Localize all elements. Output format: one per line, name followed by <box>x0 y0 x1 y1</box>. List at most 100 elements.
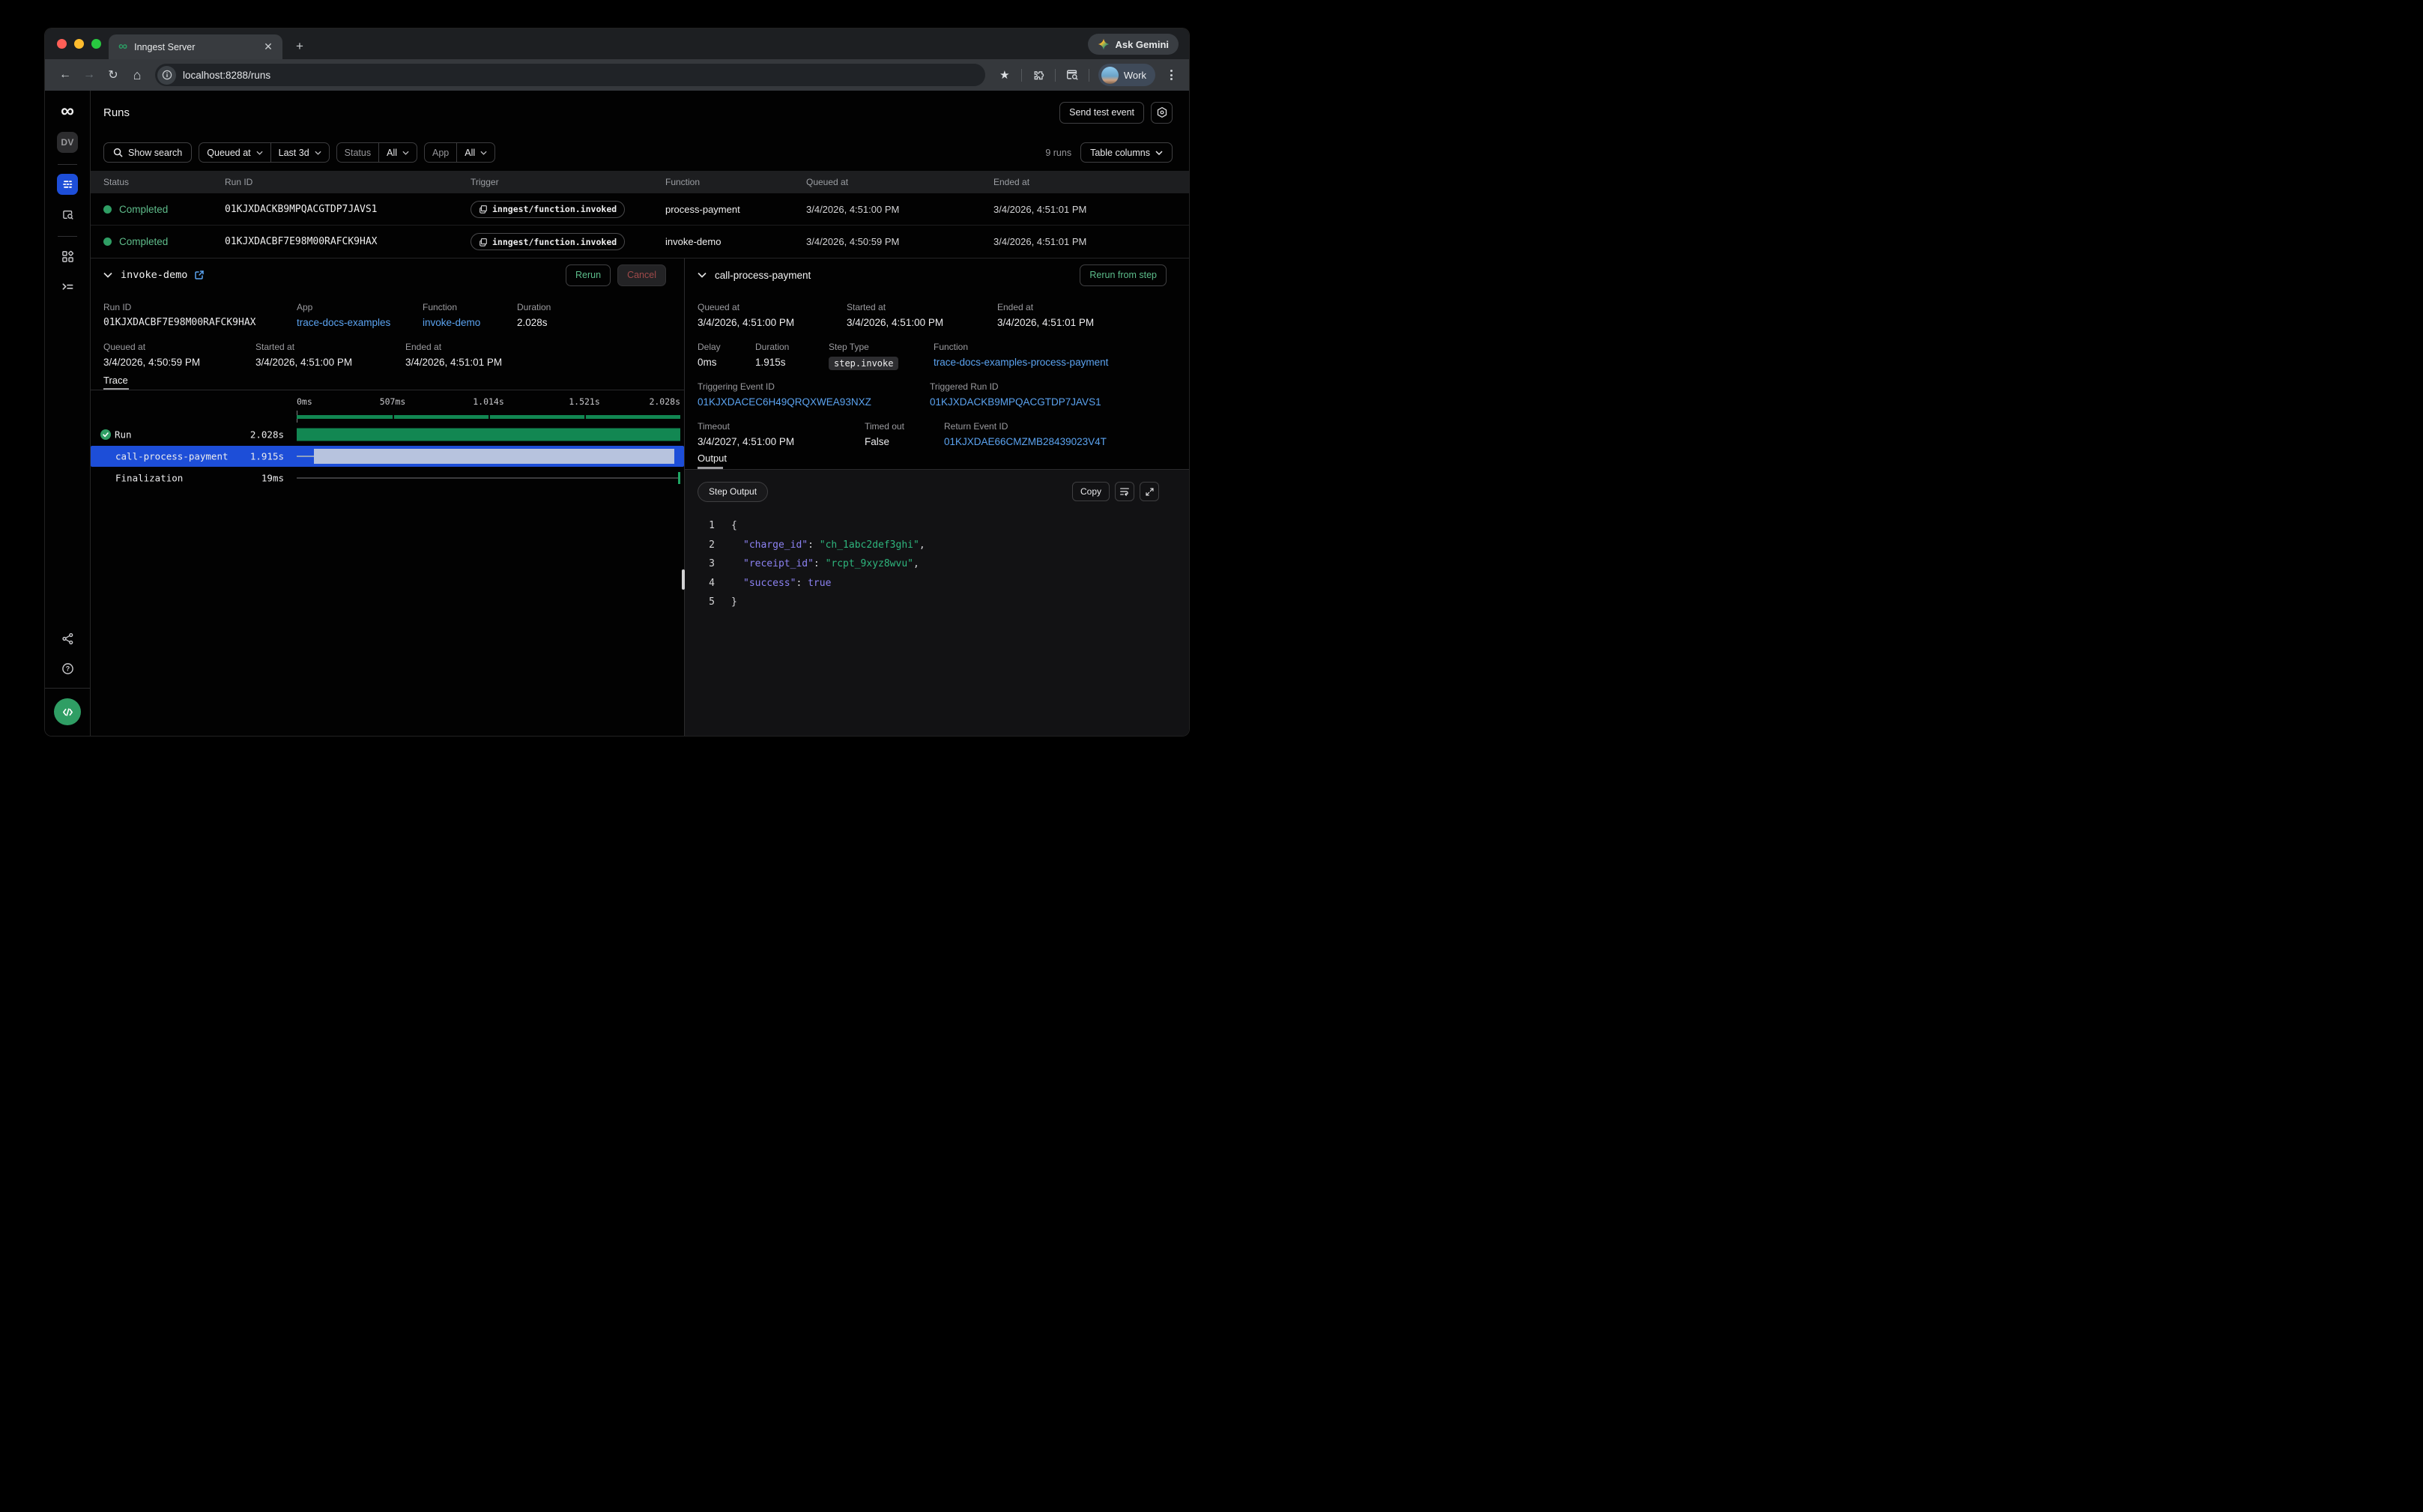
table-row[interactable]: Completed 01KJXDACBF7E98M00RAFCK9HAX inn… <box>91 226 1189 258</box>
time-field-dropdown[interactable]: Queued at <box>199 143 270 162</box>
browser-tab[interactable]: ∞ Inngest Server ✕ <box>109 34 282 59</box>
trace-span-run[interactable]: Run 2.028s <box>91 425 684 444</box>
browser-window: ∞ Inngest Server ✕ + Ask Gemini ← → ↻ ⌂ <box>44 28 1190 737</box>
status-badge: Completed <box>119 236 168 247</box>
output-code-block: 1 { 2 "charge_id": "ch_1abc2def3ghi", 3 … <box>685 516 1189 612</box>
span-connector <box>297 456 314 457</box>
new-tab-button[interactable]: + <box>290 37 309 56</box>
close-window-button[interactable] <box>57 39 67 49</box>
run-duration-bar <box>297 429 680 441</box>
tab-strip: ∞ Inngest Server ✕ + Ask Gemini <box>45 28 1189 59</box>
back-button[interactable]: ← <box>55 64 76 85</box>
browser-profile-button[interactable]: Work <box>1098 64 1155 86</box>
copy-button[interactable]: Copy <box>1072 482 1110 501</box>
page-header: Runs Send test event <box>91 91 1189 134</box>
sidebar-share-icon[interactable] <box>57 628 78 649</box>
trace-span-finalization[interactable]: Finalization 19ms <box>91 468 684 488</box>
queued-at-cell: 3/4/2026, 4:50:59 PM <box>806 236 993 247</box>
trigger-pill[interactable]: inngest/function.invoked <box>471 233 625 250</box>
sidebar-item-runs[interactable] <box>57 174 78 195</box>
output-toolbar: Step Output Copy <box>685 470 1189 513</box>
show-search-button[interactable]: Show search <box>103 142 192 163</box>
browser-menu-icon[interactable] <box>1163 67 1179 83</box>
step-function-link[interactable]: trace-docs-examples-process-payment <box>934 357 1108 368</box>
inngest-logo-icon[interactable]: ∞ <box>61 102 74 121</box>
table-row[interactable]: Completed 01KJXDACKB9MPQACGTDP7JAVS1 inn… <box>91 193 1189 226</box>
collapse-step-chevron-icon[interactable] <box>698 272 707 278</box>
forward-button[interactable]: → <box>79 64 100 85</box>
field-label: Function <box>423 302 480 312</box>
app-link[interactable]: trace-docs-examples <box>297 317 390 328</box>
delay-field: Delay 0ms <box>698 342 721 368</box>
field-label: Ended at <box>997 302 1094 312</box>
tab-trace[interactable]: Trace <box>103 375 128 386</box>
return-event-link[interactable]: 01KJXDAE66CMZMB28439023V4T <box>944 436 1107 447</box>
chevron-down-icon <box>402 151 409 155</box>
step-output-pill-button[interactable]: Step Output <box>698 482 768 502</box>
run-id-field: Run ID 01KJXDACBF7E98M00RAFCK9HAX <box>103 302 256 328</box>
started-at-field: Started at 3/4/2026, 4:51:00 PM <box>255 342 352 368</box>
line-number: 5 <box>685 593 715 612</box>
svg-text:?: ? <box>65 665 69 672</box>
field-label: Triggered Run ID <box>930 381 1101 392</box>
search-tabs-icon[interactable] <box>1062 64 1083 85</box>
trace-span-step-selected[interactable]: call-process-payment 1.915s <box>91 446 684 467</box>
home-button[interactable]: ⌂ <box>127 64 148 85</box>
triggered-run-link[interactable]: 01KJXDACKB9MPQACGTDP7JAVS1 <box>930 396 1101 408</box>
time-field-value: Queued at <box>207 148 250 158</box>
sidebar-item-apps[interactable] <box>57 246 78 267</box>
tab-close-icon[interactable]: ✕ <box>261 40 275 54</box>
time-range-dropdown[interactable]: Last 3d <box>270 143 329 162</box>
rerun-button[interactable]: Rerun <box>566 264 611 286</box>
site-info-icon[interactable] <box>157 66 176 85</box>
function-link[interactable]: invoke-demo <box>423 317 480 328</box>
queued-at-field: Queued at 3/4/2026, 4:50:59 PM <box>103 342 200 368</box>
finalization-line <box>297 477 680 479</box>
collapse-run-chevron-icon[interactable] <box>103 272 112 278</box>
field-label: Duration <box>755 342 789 352</box>
rerun-from-step-button[interactable]: Rerun from step <box>1080 264 1167 286</box>
send-test-event-button[interactable]: Send test event <box>1059 102 1144 124</box>
window-controls[interactable] <box>57 39 101 49</box>
span-duration: 19ms <box>226 473 284 484</box>
step-title: call-process-payment <box>715 270 811 281</box>
table-columns-button[interactable]: Table columns <box>1080 142 1173 163</box>
dev-server-button[interactable] <box>54 698 81 725</box>
tab-output[interactable]: Output <box>698 453 727 464</box>
workspace-avatar[interactable]: DV <box>57 132 78 153</box>
status-filter-group: Status All <box>336 142 417 163</box>
trigger-pill[interactable]: inngest/function.invoked <box>471 201 625 218</box>
extensions-icon[interactable] <box>1028 64 1049 85</box>
minimize-window-button[interactable] <box>74 39 84 49</box>
field-value: 2.028s <box>517 317 551 328</box>
finalization-bar <box>678 472 680 484</box>
open-run-external-link-icon[interactable] <box>194 270 205 280</box>
field-label: Queued at <box>698 302 794 312</box>
word-wrap-button[interactable] <box>1115 482 1134 501</box>
field-label: Triggering Event ID <box>698 381 871 392</box>
bookmark-star-icon[interactable]: ★ <box>994 64 1015 85</box>
sidebar-item-functions[interactable] <box>57 276 78 297</box>
sidebar-item-events[interactable] <box>57 204 78 225</box>
status-filter-dropdown[interactable]: All <box>378 143 417 162</box>
address-bar[interactable]: localhost:8288/runs <box>155 64 985 86</box>
expand-output-button[interactable] <box>1140 482 1159 501</box>
field-label: Function <box>934 342 1108 352</box>
sidebar-help-icon[interactable]: ? <box>57 658 78 679</box>
field-label: Started at <box>847 302 943 312</box>
span-name: Finalization <box>115 473 183 484</box>
run-detail-panel: invoke-demo Rerun Cancel <box>91 258 685 736</box>
function-cell: process-payment <box>665 204 806 215</box>
app-filter-dropdown[interactable]: All <box>456 143 494 162</box>
triggering-event-link[interactable]: 01KJXDACEC6H49QRQXWEA93NXZ <box>698 396 871 408</box>
help-circle-icon: ? <box>61 662 74 675</box>
settings-button[interactable] <box>1151 102 1173 124</box>
zoom-window-button[interactable] <box>91 39 101 49</box>
field-label: Ended at <box>405 342 502 352</box>
inngest-app: ∞ DV <box>45 91 1189 736</box>
line-number: 2 <box>685 536 715 555</box>
ask-gemini-button[interactable]: Ask Gemini <box>1088 34 1179 55</box>
cancel-button[interactable]: Cancel <box>617 264 666 286</box>
code-text: "success": true <box>731 574 831 593</box>
reload-button[interactable]: ↻ <box>103 64 124 85</box>
